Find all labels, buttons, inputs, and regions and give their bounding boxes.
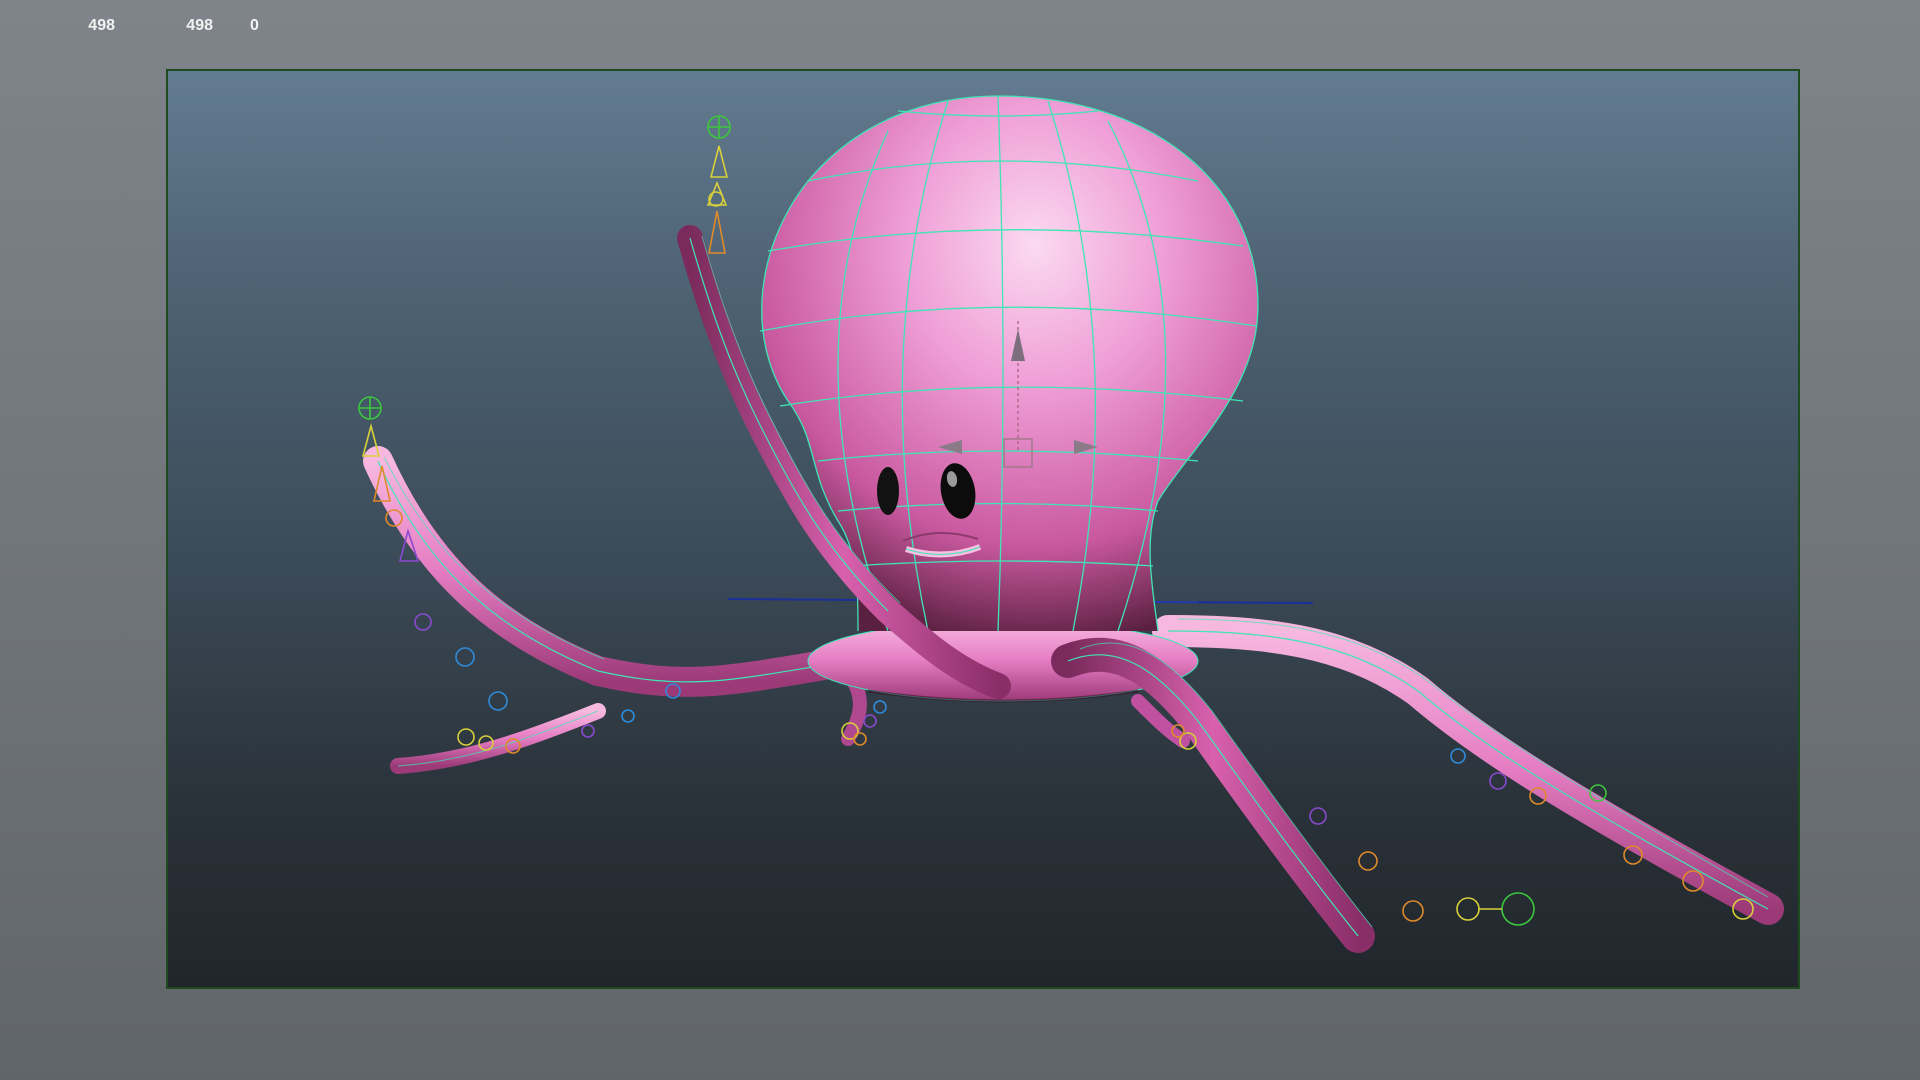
octopus-scene[interactable] — [168, 71, 1798, 987]
right-tentacle — [1152, 615, 1784, 925]
heads-up-display-poly-count: 498 498 0 — [0, 0, 400, 40]
3d-viewport-panel[interactable] — [166, 69, 1800, 989]
hud-row-cut-off — [0, 0, 400, 7]
maya-viewport-window: 498 498 0 — [0, 0, 1920, 1080]
hud-uvs-value: 0 — [250, 17, 259, 34]
hud-faces-value: 498 — [186, 17, 213, 34]
hud-row: 498 498 0 — [0, 17, 400, 37]
hud-vertices-value: 498 — [88, 17, 115, 34]
